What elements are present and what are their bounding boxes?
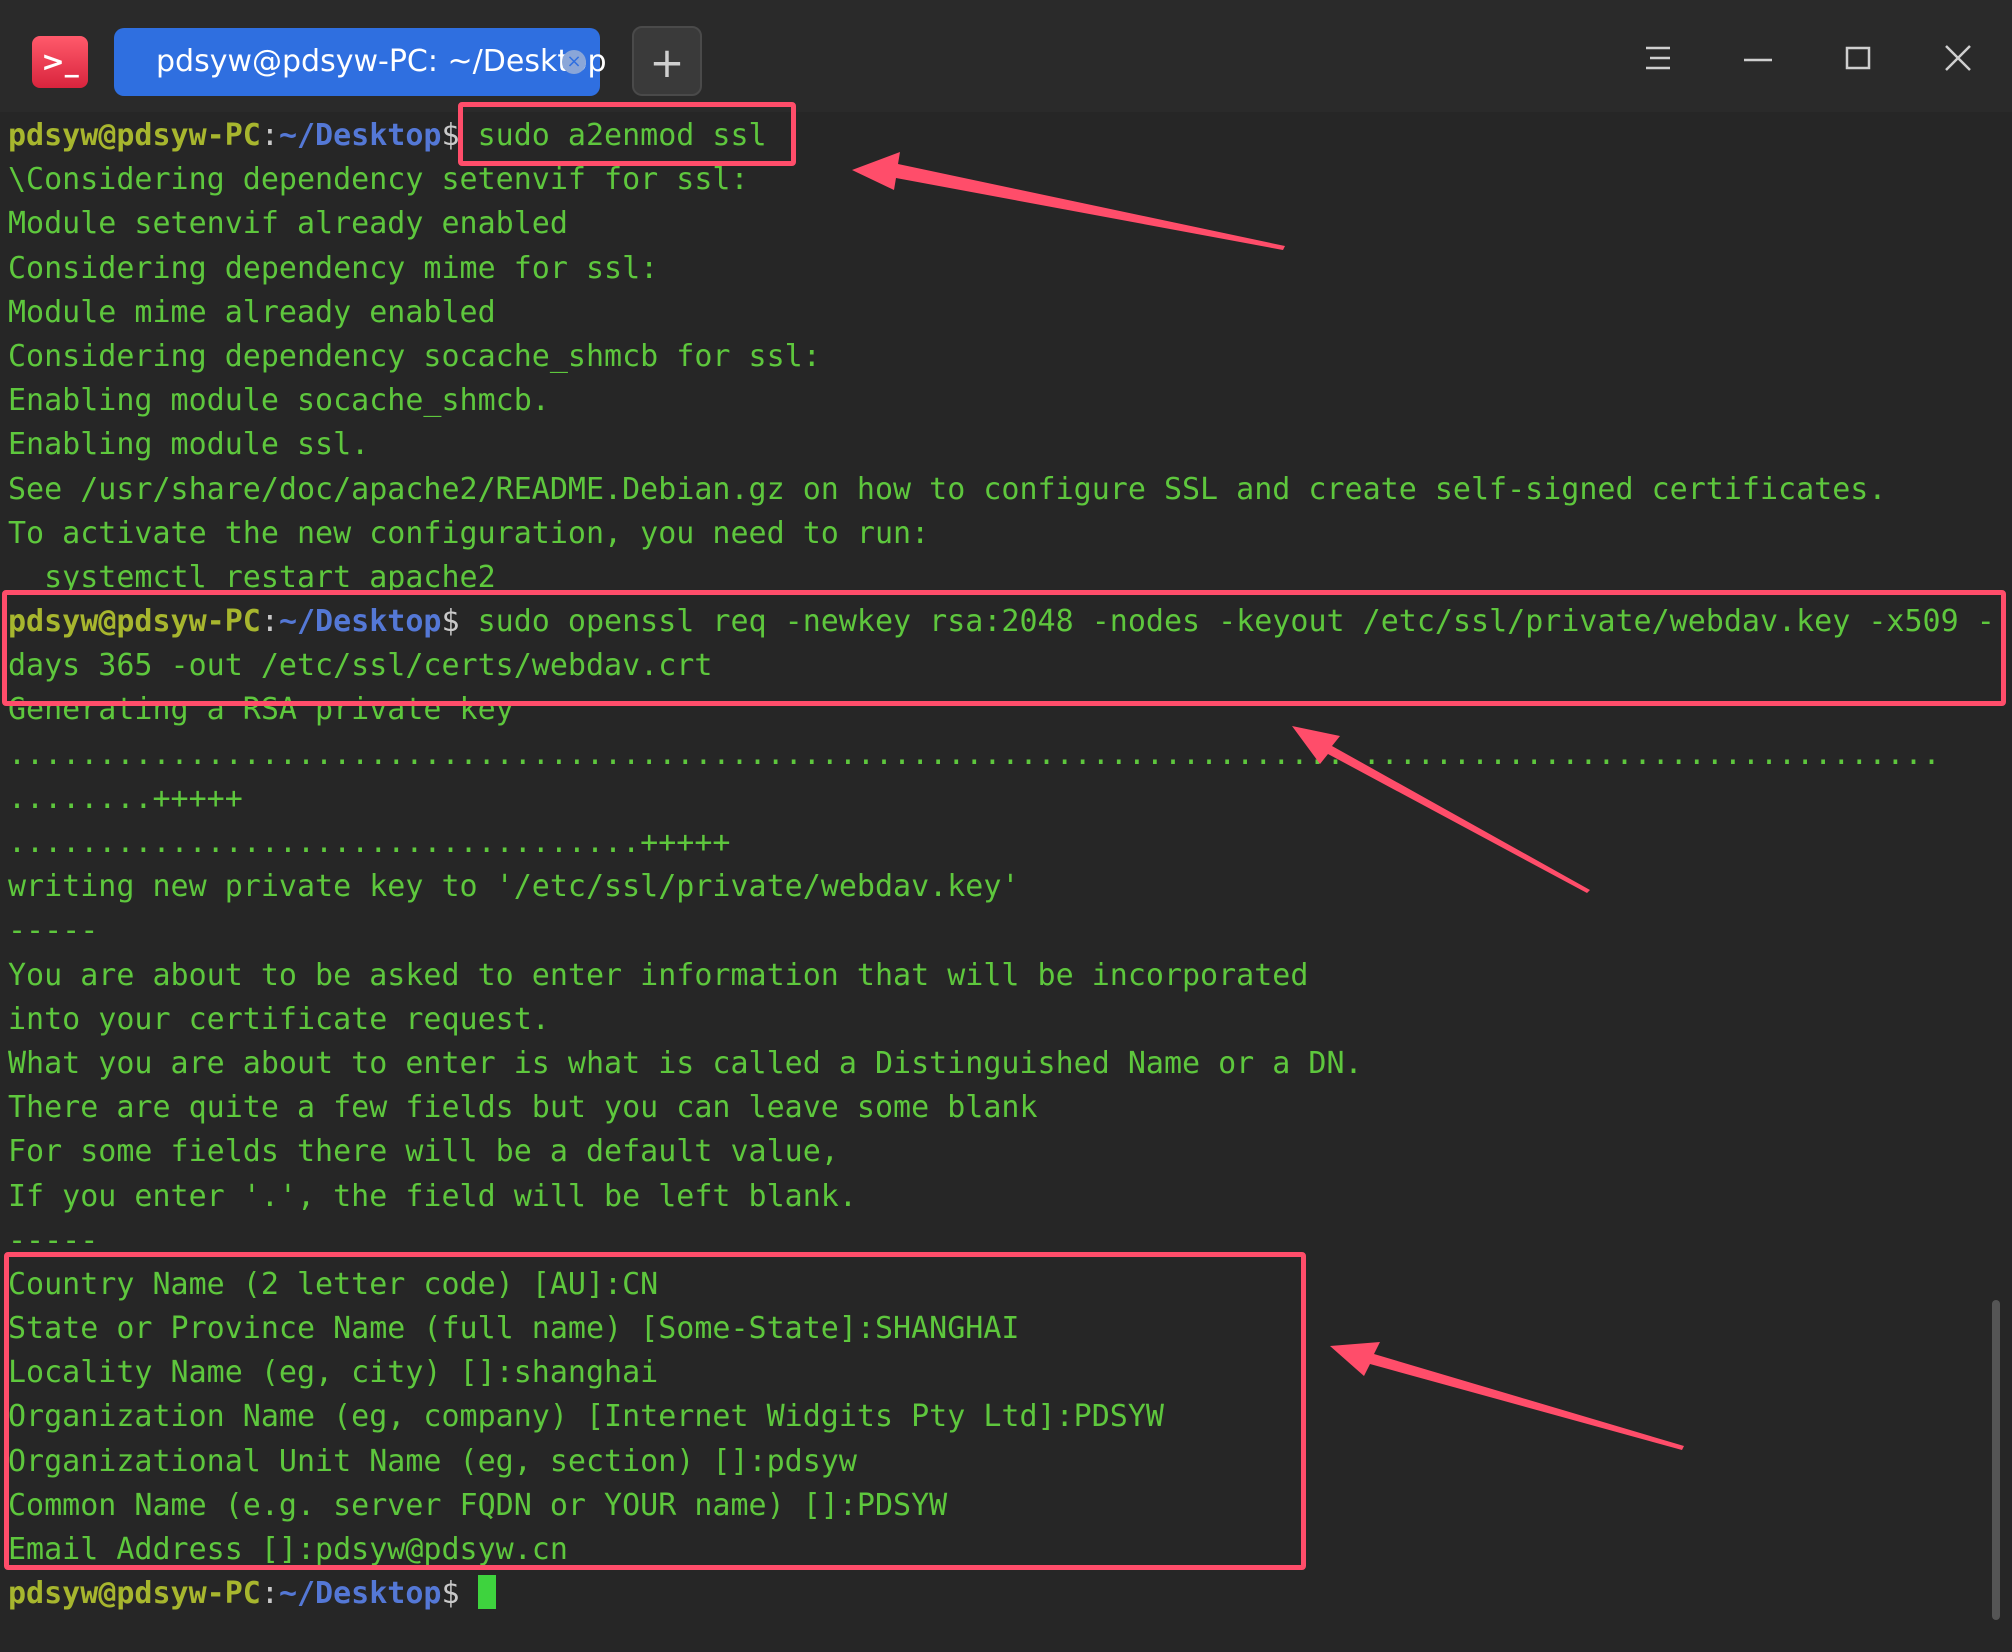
annotation-arrows xyxy=(852,152,1684,1450)
terminal-window: >_ pdsyw@pdsyw-PC: ~/Desktop × + pdsyw@p… xyxy=(0,0,2012,1652)
scrollbar[interactable] xyxy=(1992,1300,2000,1620)
